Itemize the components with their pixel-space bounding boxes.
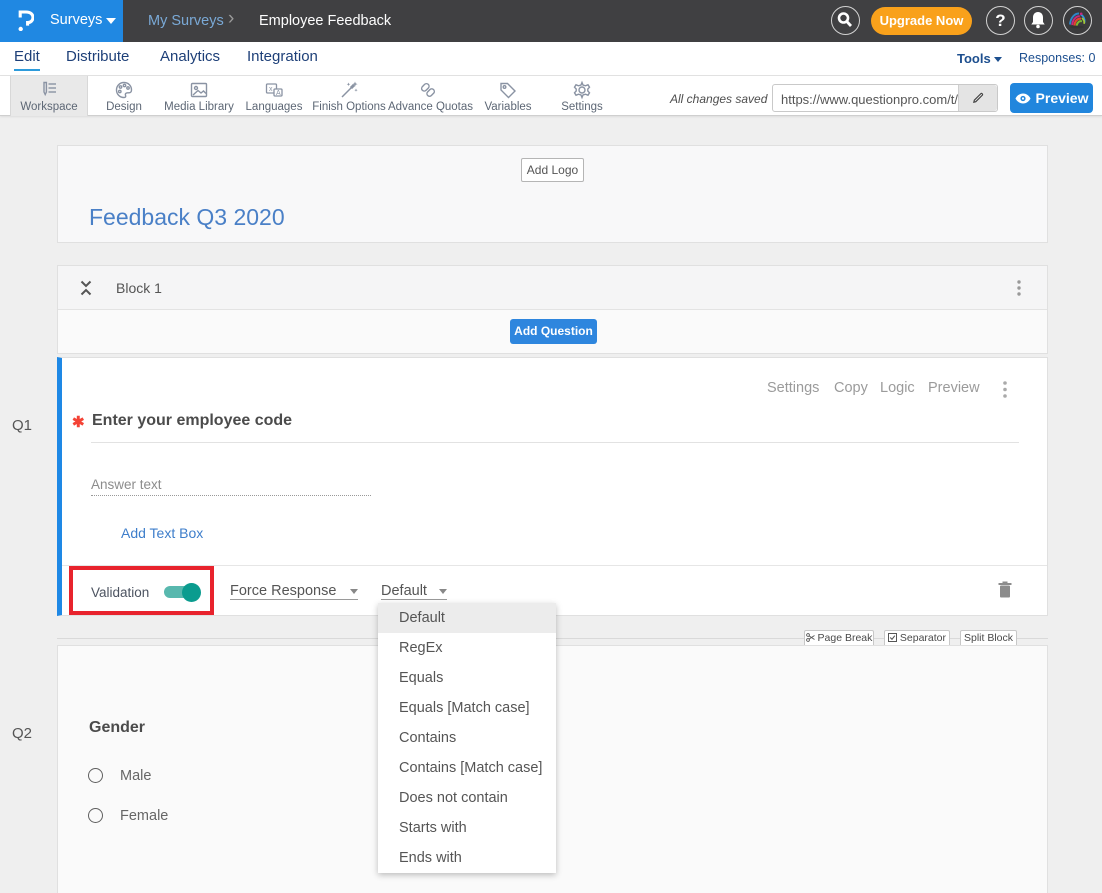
- svg-text:A: A: [276, 90, 281, 97]
- svg-text:x: x: [269, 86, 273, 93]
